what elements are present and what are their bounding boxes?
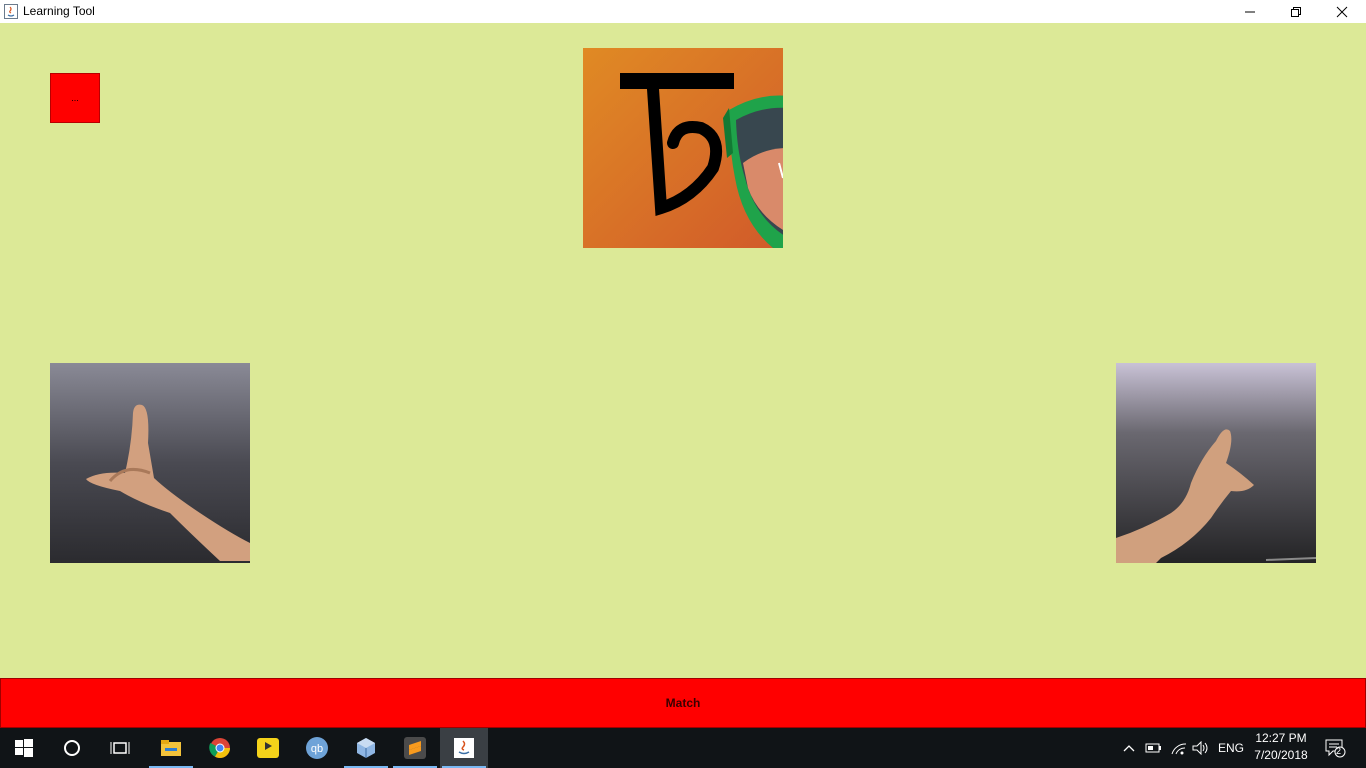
match-button-label: Match [665,696,701,710]
windows-taskbar: qb ENG 12:27 PM 7/20/2018 2 [0,728,1366,768]
letter-image [583,48,783,248]
chrome-icon [209,738,230,758]
cortana-button[interactable] [48,728,96,768]
notification-icon [1325,739,1346,758]
java-icon [454,738,474,758]
show-hidden-icons-button[interactable] [1120,728,1138,768]
windows-start-icon [15,739,33,757]
window-title: Learning Tool [23,4,95,18]
close-button[interactable] [1319,0,1365,23]
menu-button[interactable]: ... [50,73,100,123]
taskbar-virtualbox[interactable] [342,728,390,768]
battery-tray[interactable] [1143,728,1163,768]
left-hand-sign-image [50,363,250,563]
clock-time: 12:27 PM [1255,731,1307,745]
close-icon [1336,6,1348,17]
speaker-icon [1192,741,1208,755]
minimize-icon [1245,11,1255,12]
volume-tray[interactable] [1191,728,1211,768]
menu-button-label: ... [71,93,79,103]
restore-button[interactable] [1273,0,1319,23]
language-indicator[interactable]: ENG [1216,728,1246,768]
virtualbox-icon [357,738,375,758]
taskbar-file-explorer[interactable] [147,728,195,768]
taskbar-sublime-text[interactable] [391,728,439,768]
player-icon [257,738,279,758]
java-app-icon [4,4,18,19]
network-tray[interactable] [1168,728,1190,768]
qbittorrent-icon: qb [306,737,328,759]
taskbar-java-learning-tool[interactable] [440,728,488,768]
sublime-text-icon [404,737,426,759]
right-hand-sign-image [1116,363,1316,563]
taskbar-chrome[interactable] [196,728,244,768]
main-content: ... Match [0,23,1366,728]
taskbar-qbittorrent[interactable]: qb [293,728,341,768]
task-view-button[interactable] [96,728,144,768]
match-button[interactable]: Match [0,678,1366,728]
svg-text:qb: qb [311,743,323,755]
file-explorer-icon [161,740,181,756]
action-center-button[interactable]: 2 [1320,728,1350,768]
clock-date: 7/20/2018 [1254,748,1308,762]
notification-count-badge: 2 [1336,746,1342,756]
task-view-icon [110,742,130,754]
minimize-button[interactable] [1227,0,1273,23]
wifi-icon [1171,743,1187,755]
chevron-up-icon [1123,745,1135,752]
start-button[interactable] [0,728,48,768]
restore-icon [1291,6,1301,17]
language-label: ENG [1217,741,1244,755]
cortana-icon [64,740,80,756]
battery-icon [1145,743,1161,753]
window-titlebar: Learning Tool [0,0,1366,23]
taskbar-player[interactable] [244,728,292,768]
clock[interactable]: 12:27 PM 7/20/2018 [1250,730,1312,764]
